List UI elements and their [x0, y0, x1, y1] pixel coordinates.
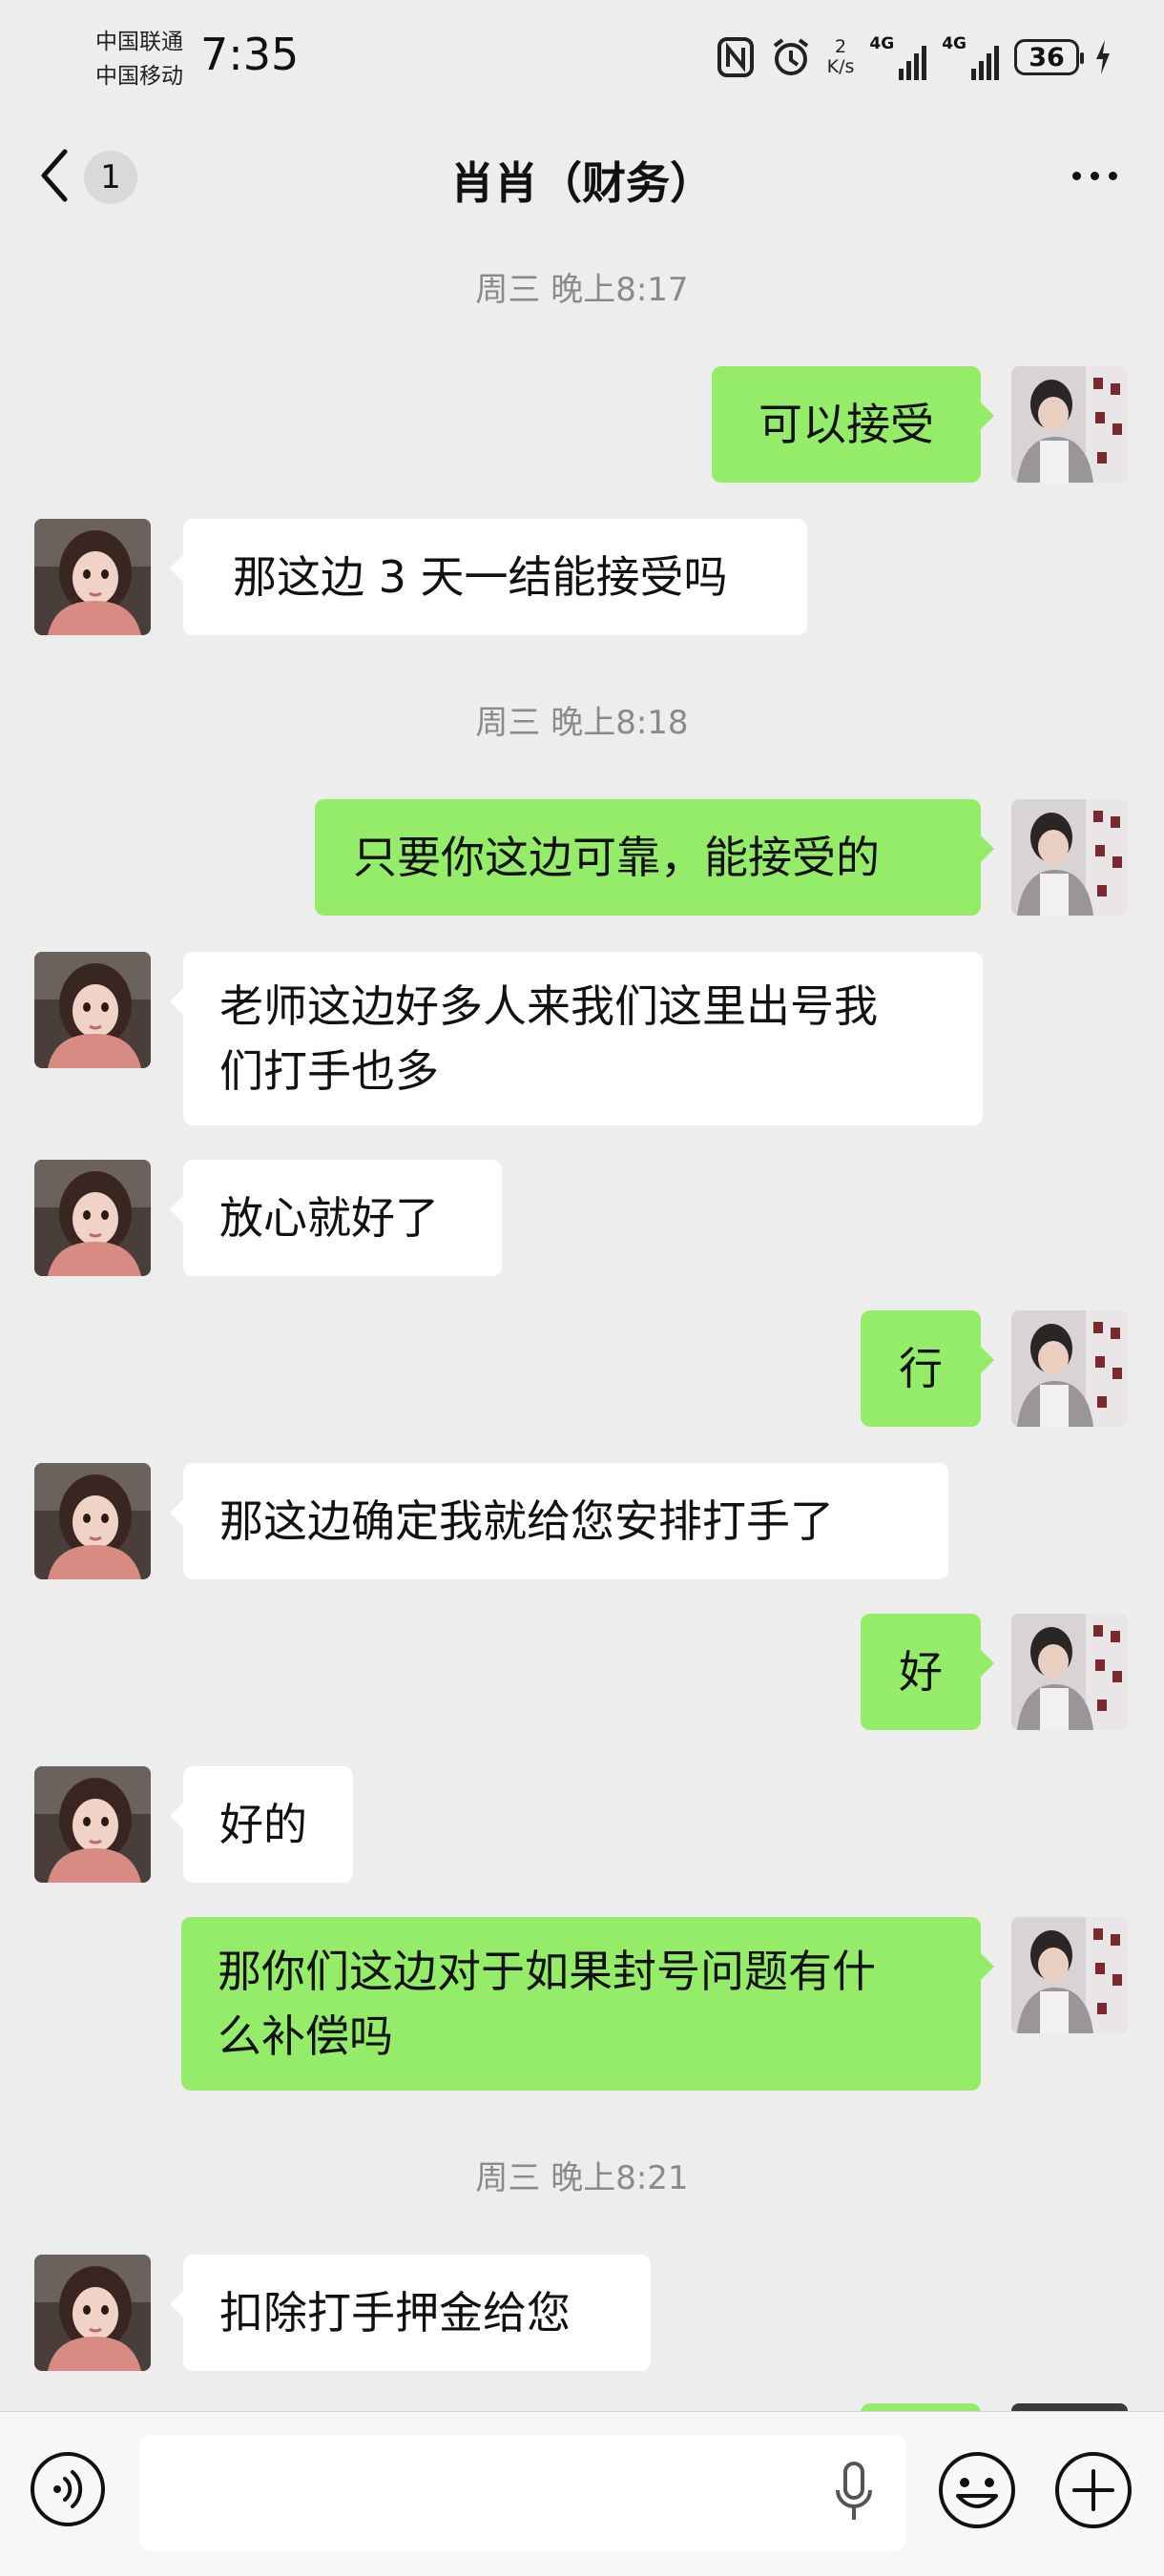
message-text-line-1: 那你们这边对于如果封号问题有什 [218, 1946, 876, 1997]
nfc-icon [717, 34, 755, 80]
status-icons: 2 K/s 4G 4G 36 [717, 29, 1112, 86]
message-text-line-2: 么补偿吗 [218, 2010, 393, 2062]
alarm-icon [770, 34, 812, 80]
my-avatar[interactable] [1011, 1917, 1128, 2033]
microphone-icon[interactable] [830, 2460, 878, 2526]
network-type-2: 4G [942, 34, 967, 53]
charging-icon [1094, 34, 1112, 80]
voice-icon [31, 2452, 105, 2526]
message-bubble[interactable]: 只要你这边可靠，能接受的 [315, 799, 994, 916]
message-text: 好 [899, 1646, 943, 1698]
message-bubble[interactable]: 那你们这边对于如果封号问题有什 么补偿吗 [181, 1917, 994, 2091]
chat-title: 肖肖（财务） [450, 157, 714, 209]
emoji-button[interactable] [937, 2450, 1017, 2530]
message-text: 行 [899, 1343, 943, 1394]
contact-avatar[interactable] [34, 1766, 151, 1883]
message-bubble[interactable]: 行 [861, 1310, 994, 1427]
contact-avatar[interactable] [34, 519, 151, 635]
network-speed: 2 K/s [827, 34, 855, 80]
plus-icon [1055, 2452, 1132, 2528]
message-bubble[interactable]: 那这边确定我就给您安排打手了 [170, 1463, 948, 1579]
message-bubble[interactable]: 好的 [170, 1766, 353, 1883]
battery-icon: 36 [1014, 34, 1084, 80]
battery-level: 36 [1029, 42, 1065, 72]
message-text: 那这边确定我就给您安排打手了 [219, 1495, 834, 1547]
message-text: 那这边 3 天一结能接受吗 [233, 551, 728, 603]
timestamp: 周三 晚上8:18 [475, 704, 689, 742]
message-text: 扣除打手押金给您 [219, 2287, 571, 2339]
my-avatar[interactable] [1011, 366, 1128, 483]
chat-header: 1 肖肖（财务） [0, 114, 1164, 246]
more-dots-icon [1071, 171, 1081, 180]
message-text: 好的 [219, 1799, 307, 1850]
message-bubble[interactable]: 好 [861, 1614, 994, 1730]
message-bubble[interactable]: 扣除打手押金给您 [170, 2255, 651, 2371]
message-text-line-2: 们打手也多 [219, 1045, 439, 1097]
more-button[interactable] [1059, 147, 1130, 204]
my-avatar [1011, 2403, 1128, 2411]
contact-avatar[interactable] [34, 2255, 151, 2371]
message-text: 只要你这边可靠，能接受的 [353, 832, 880, 883]
signal-icon-2: 4G [942, 34, 999, 80]
message-bubble[interactable]: 老师这边好多人来我们这里出号我 们打手也多 [170, 952, 983, 1125]
carrier-2: 中国移动 [95, 64, 183, 89]
status-bar: 中国联通 中国移动 7:35 2 K/s 4G 4G 36 [0, 0, 1164, 114]
input-bar [0, 2411, 1164, 2576]
speed-value: 2 [834, 36, 847, 57]
message-bubble[interactable]: 那这边 3 天一结能接受吗 [170, 519, 807, 635]
signal-icon-1: 4G [869, 34, 927, 80]
contact-avatar[interactable] [34, 1463, 151, 1579]
network-type-1: 4G [869, 34, 895, 53]
voice-button[interactable] [29, 2450, 107, 2528]
timestamp: 周三 晚上8:21 [475, 2159, 689, 2197]
message-bubble[interactable]: 可以接受 [712, 366, 994, 483]
message-text: 放心就好了 [219, 1192, 439, 1244]
my-avatar[interactable] [1011, 1310, 1128, 1427]
contact-avatar[interactable] [34, 952, 151, 1068]
message-bubble[interactable]: 放心就好了 [170, 1160, 502, 1276]
my-avatar[interactable] [1011, 1614, 1128, 1730]
speed-unit: K/s [826, 56, 855, 77]
message-text: 可以接受 [759, 399, 934, 450]
plus-button[interactable] [1053, 2450, 1133, 2530]
my-avatar[interactable] [1011, 799, 1128, 916]
carrier-1: 中国联通 [95, 30, 183, 54]
chat-messages[interactable]: 周三 晚上8:17 可以接受 那这边 3 天一结能接受吗 周三 晚上8:18 只… [0, 246, 1164, 2411]
message-text-line-1: 老师这边好多人来我们这里出号我 [219, 980, 878, 1032]
timestamp: 周三 晚上8:17 [475, 271, 689, 309]
emoji-icon [939, 2452, 1015, 2528]
contact-avatar[interactable] [34, 1160, 151, 1276]
partial-message-bubble [861, 2403, 981, 2411]
status-time: 7:35 [200, 29, 300, 80]
message-input[interactable] [139, 2435, 906, 2551]
